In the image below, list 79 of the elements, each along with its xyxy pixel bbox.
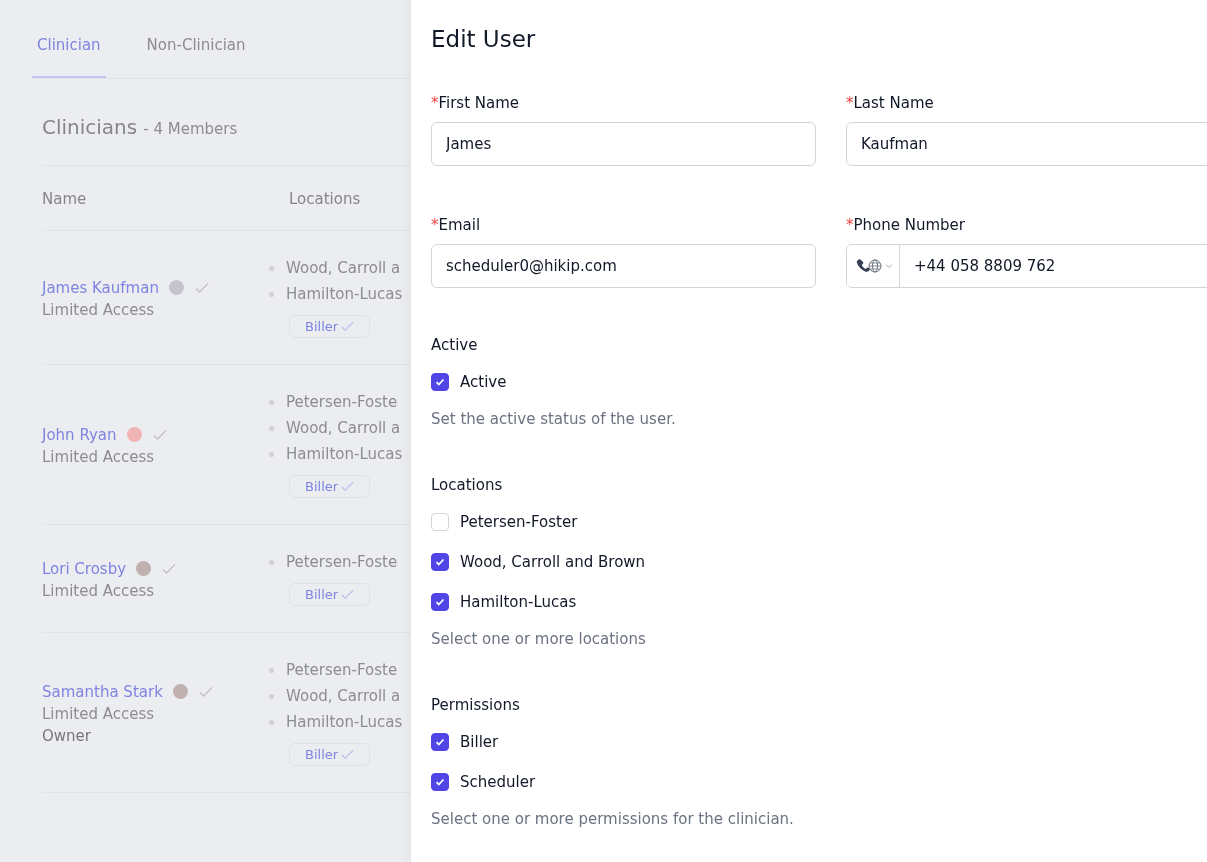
location-text: Wood, Carroll a bbox=[286, 687, 401, 705]
caret-icon bbox=[885, 263, 893, 269]
role-text: Owner bbox=[42, 726, 91, 745]
bullet-icon bbox=[269, 667, 274, 673]
group-title: Permissions bbox=[431, 696, 521, 714]
field-label: Email bbox=[438, 216, 481, 234]
permission-badge: Biller bbox=[289, 315, 371, 338]
field-label: Last Name bbox=[853, 94, 934, 112]
bullet-icon bbox=[269, 399, 274, 405]
field-label: First Name bbox=[438, 94, 520, 112]
tab[interactable]: Non-Clinician bbox=[141, 26, 251, 78]
bullet-icon bbox=[269, 451, 274, 457]
text-field[interactable]: James bbox=[431, 122, 816, 166]
role-text: Limited Access bbox=[42, 300, 155, 319]
check-icon bbox=[340, 747, 356, 762]
location-text: Hamilton-Lucas bbox=[286, 713, 403, 731]
checkbox[interactable] bbox=[431, 773, 449, 791]
role-text: Limited Access bbox=[42, 704, 155, 723]
check-icon bbox=[340, 479, 356, 494]
permission-badge: Biller bbox=[289, 743, 371, 766]
drawer-title: Edit User bbox=[431, 26, 537, 52]
option-label: Hamilton-Lucas bbox=[460, 593, 577, 611]
column-header: Name bbox=[42, 190, 88, 208]
location-text: Wood, Carroll a bbox=[286, 419, 401, 437]
bullet-icon bbox=[269, 719, 274, 725]
user-name-link[interactable]: Samantha Stark bbox=[42, 682, 163, 701]
required-mark: * bbox=[431, 94, 439, 112]
tab[interactable]: Clinician bbox=[32, 26, 106, 78]
column-header: Locations bbox=[289, 190, 362, 208]
phone-globe-icon bbox=[855, 257, 883, 275]
help-text: Set the active status of the user. bbox=[431, 410, 677, 428]
required-mark: * bbox=[846, 94, 854, 112]
bullet-icon bbox=[269, 265, 274, 271]
section-title: Clinicians bbox=[42, 115, 138, 139]
permission-badge: Biller bbox=[289, 583, 371, 606]
check-icon bbox=[434, 596, 446, 608]
required-mark: * bbox=[431, 216, 439, 234]
option-label: Biller bbox=[460, 733, 499, 751]
location-text: Wood, Carroll a bbox=[286, 259, 401, 277]
check-icon bbox=[340, 319, 356, 334]
member-count: - 4 Members bbox=[143, 120, 238, 138]
bullet-icon bbox=[269, 559, 274, 565]
user-name-link[interactable]: Lori Crosby bbox=[42, 559, 127, 578]
option-label: Active bbox=[460, 373, 507, 391]
checkbox[interactable] bbox=[431, 593, 449, 611]
checkbox[interactable] bbox=[431, 733, 449, 751]
option-label: Wood, Carroll and Brown bbox=[460, 553, 646, 571]
text-field[interactable]: Kaufman bbox=[846, 122, 1207, 166]
help-text: Select one or more permissions for the clinician. bbox=[431, 810, 795, 828]
bullet-icon bbox=[269, 425, 274, 431]
country-select[interactable] bbox=[847, 245, 900, 287]
location-text: Petersen-Foste bbox=[286, 661, 398, 679]
bullet-icon bbox=[269, 693, 274, 699]
role-text: Limited Access bbox=[42, 447, 155, 466]
user-name-link[interactable]: John Ryan bbox=[42, 425, 117, 444]
role-text: Limited Access bbox=[42, 581, 155, 600]
help-text: Select one or more locations bbox=[431, 630, 647, 648]
phone-field[interactable]: +44 058 8809 762 bbox=[846, 244, 1207, 288]
check-icon bbox=[434, 736, 446, 748]
checkbox[interactable] bbox=[431, 553, 449, 571]
bullet-icon bbox=[269, 291, 274, 297]
location-text: Hamilton-Lucas bbox=[286, 285, 403, 303]
required-mark: * bbox=[846, 216, 854, 234]
text-field[interactable]: scheduler0@hikip.com bbox=[431, 244, 816, 288]
user-name-link[interactable]: James Kaufman bbox=[42, 278, 159, 297]
check-icon bbox=[434, 776, 446, 788]
group-title: Locations bbox=[431, 476, 504, 494]
location-text: Petersen-Foste bbox=[286, 393, 398, 411]
field-label: Phone Number bbox=[853, 216, 965, 234]
group-title: Active bbox=[431, 336, 479, 354]
location-text: Petersen-Foste bbox=[286, 553, 398, 571]
location-text: Hamilton-Lucas bbox=[286, 445, 403, 463]
check-icon bbox=[340, 587, 356, 602]
checkbox[interactable] bbox=[431, 373, 449, 391]
option-label: Petersen-Foster bbox=[460, 513, 578, 531]
permission-badge: Biller bbox=[289, 475, 371, 498]
option-label: Scheduler bbox=[460, 773, 536, 791]
check-icon bbox=[434, 376, 446, 388]
check-icon bbox=[434, 556, 446, 568]
